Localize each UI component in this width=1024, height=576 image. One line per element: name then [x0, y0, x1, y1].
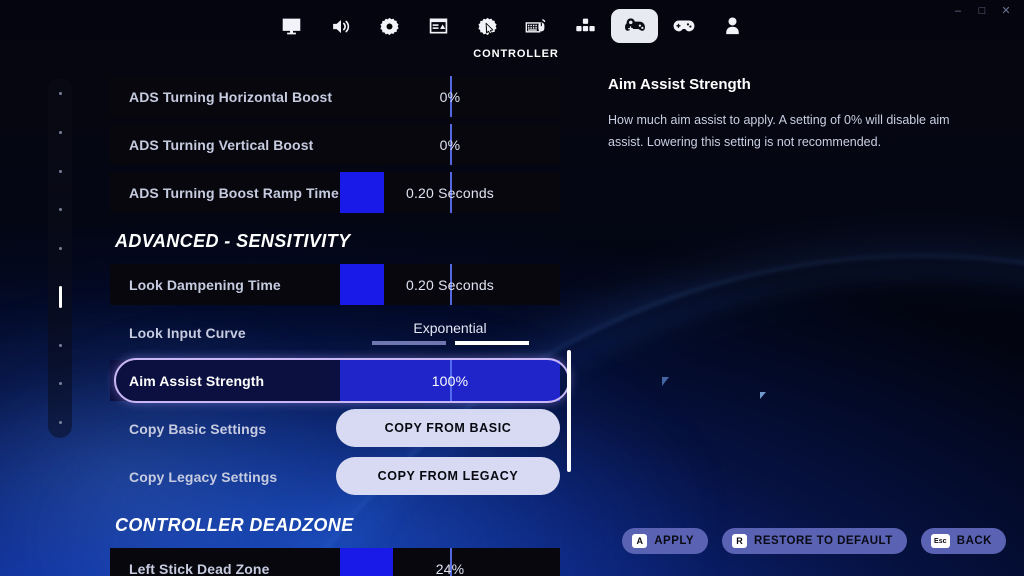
setting-row-look-input-curve[interactable]: Look Input Curve Exponential — [110, 312, 560, 353]
gear-icon — [379, 16, 400, 37]
rail-dot[interactable] — [58, 130, 62, 134]
account-icon — [723, 16, 742, 36]
setting-row-ads-turning-vertical-boost[interactable]: ADS Turning Vertical Boost 0% — [110, 124, 560, 165]
setting-row-left-stick-dead-zone[interactable]: Left Stick Dead Zone 24% — [110, 548, 560, 576]
scrollbar-thumb[interactable] — [567, 350, 571, 472]
rail-dot[interactable] — [58, 382, 62, 386]
rail-dot[interactable] — [58, 247, 62, 250]
close-icon[interactable]: ✕ — [994, 0, 1018, 22]
setting-row-aim-assist-strength[interactable]: Aim Assist Strength 100% — [110, 358, 570, 403]
tab-video[interactable] — [268, 9, 315, 43]
rail-dot[interactable] — [58, 208, 62, 212]
keybinds-icon — [575, 17, 596, 35]
accessibility-touch-icon — [477, 16, 498, 37]
setting-value: 0% — [439, 88, 461, 105]
detail-description: How much aim assist to apply. A setting … — [608, 113, 950, 149]
settings-category-tabs — [267, 9, 757, 43]
setting-label: ADS Turning Horizontal Boost — [129, 88, 333, 105]
copy-from-basic-button[interactable]: COPY FROM BASIC — [336, 409, 560, 447]
key-badge-a: A — [632, 534, 648, 548]
tab-controller-binds[interactable] — [660, 9, 707, 43]
tab-keyboard-and-mouse[interactable] — [513, 9, 560, 43]
tab-keybinds[interactable] — [562, 9, 609, 43]
setting-row-ads-turning-horizontal-boost[interactable]: ADS Turning Horizontal Boost 0% — [110, 76, 560, 117]
key-badge-r: R — [732, 534, 748, 548]
gamepad-icon — [672, 17, 696, 35]
setting-label: ADS Turning Vertical Boost — [129, 136, 314, 153]
setting-label: Look Dampening Time — [129, 276, 281, 293]
section-header-controller-deadzone: CONTROLLER DEADZONE — [115, 514, 354, 535]
tab-accessibility[interactable] — [464, 9, 511, 43]
minimize-icon[interactable]: – — [946, 0, 970, 22]
settings-scrollbar[interactable] — [567, 76, 571, 576]
setting-label: Copy Basic Settings — [129, 420, 267, 437]
setting-row-look-dampening-time[interactable]: Look Dampening Time 0.20 Seconds — [110, 264, 560, 305]
rail-dot[interactable] — [58, 421, 62, 424]
setting-row-ads-turning-boost-ramp-time[interactable]: ADS Turning Boost Ramp Time 0.20 Seconds — [110, 172, 560, 213]
restore-to-default-button-label: RESTORE TO DEFAULT — [754, 535, 893, 547]
setting-value: 0.20 Seconds — [405, 276, 495, 293]
key-badge-esc: Esc — [930, 534, 950, 548]
copy-from-legacy-button[interactable]: COPY FROM LEGACY — [336, 457, 560, 495]
maximize-icon[interactable]: □ — [970, 0, 994, 22]
rail-dot[interactable] — [58, 169, 62, 173]
background-spark-icon — [760, 392, 766, 399]
setting-value: 24% — [435, 560, 465, 576]
controller-settings-icon — [623, 16, 647, 36]
tab-hud[interactable] — [415, 9, 462, 43]
settings-list: ADS Turning Horizontal Boost 0% ADS Turn… — [110, 76, 570, 576]
tab-controller[interactable] — [611, 9, 658, 43]
rail-dot[interactable] — [58, 92, 62, 95]
window-controls: – □ ✕ — [946, 0, 1018, 22]
monitor-icon — [281, 16, 302, 37]
detail-title: Aim Assist Strength — [608, 76, 751, 93]
setting-label: Copy Legacy Settings — [129, 468, 278, 485]
setting-row-copy-legacy-settings[interactable]: Copy Legacy Settings COPY FROM LEGACY — [110, 456, 560, 497]
keyboard-mouse-icon — [525, 17, 548, 36]
setting-value: 100% — [431, 372, 469, 389]
section-scroll-rail[interactable] — [48, 78, 72, 438]
top-navigation-bar — [0, 0, 1024, 52]
setting-detail-panel: Aim Assist Strength How much aim assist … — [608, 76, 988, 153]
option-segment[interactable] — [371, 341, 446, 345]
tab-game[interactable] — [366, 9, 413, 43]
tab-account[interactable] — [709, 9, 756, 43]
back-button-label: BACK — [956, 535, 992, 547]
option-selector[interactable]: Exponential — [340, 312, 560, 353]
setting-value: 0% — [439, 136, 461, 153]
setting-label: ADS Turning Boost Ramp Time — [129, 184, 339, 201]
apply-button[interactable]: A APPLY — [622, 528, 709, 554]
setting-label: Aim Assist Strength — [129, 372, 265, 389]
setting-label: Left Stick Dead Zone — [129, 560, 270, 576]
speaker-icon — [330, 16, 352, 37]
setting-row-copy-basic-settings[interactable]: Copy Basic Settings COPY FROM BASIC — [110, 408, 560, 449]
restore-to-default-button[interactable]: R RESTORE TO DEFAULT — [722, 528, 907, 554]
option-value: Exponential — [413, 320, 487, 336]
rail-dot[interactable] — [58, 343, 62, 347]
option-segments — [371, 341, 529, 345]
action-bar: A APPLY R RESTORE TO DEFAULT Esc BACK — [622, 528, 1006, 554]
rail-dot-active[interactable] — [58, 285, 62, 308]
section-header-advanced-sensitivity: ADVANCED - SENSITIVITY — [115, 230, 351, 251]
option-segment-selected[interactable] — [454, 341, 529, 345]
tab-audio[interactable] — [317, 9, 364, 43]
hud-layout-icon — [428, 16, 449, 36]
setting-value: 0.20 Seconds — [405, 184, 495, 201]
background-spark-icon — [662, 377, 669, 386]
back-button[interactable]: Esc BACK — [920, 528, 1006, 554]
active-tab-label: CONTROLLER — [473, 48, 559, 60]
setting-label: Look Input Curve — [129, 324, 246, 341]
apply-button-label: APPLY — [654, 535, 695, 547]
